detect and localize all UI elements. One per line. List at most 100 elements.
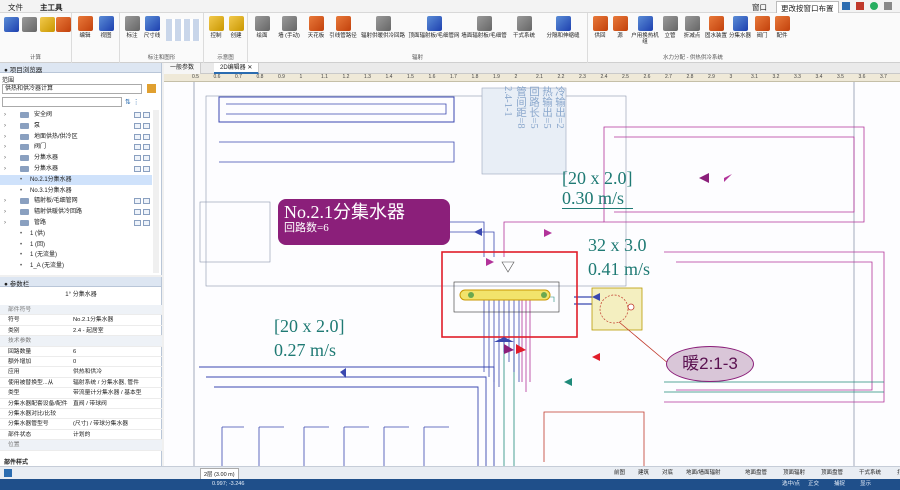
eye-icon[interactable] [134, 133, 141, 140]
edit-icon[interactable] [143, 133, 150, 140]
eye-icon[interactable] [134, 112, 141, 118]
edit-icon[interactable] [143, 112, 150, 118]
layer-toggle[interactable]: 顶面盘管 [819, 468, 845, 476]
chevron-right-icon[interactable]: › [4, 121, 6, 131]
label-tool[interactable]: 标注 [122, 16, 142, 39]
param-row[interactable]: 额外增加 0 [0, 357, 162, 368]
manifold-tool[interactable]: 分集水器 [728, 16, 752, 39]
list-icon[interactable] [22, 17, 37, 32]
param-row[interactable]: 符号 No.2.1分集水器 [0, 315, 162, 326]
report-icon[interactable] [40, 17, 55, 32]
dimension-tool[interactable]: 尺寸线 [142, 16, 162, 39]
tree-item[interactable]: › 管路 [0, 218, 152, 228]
help-icon[interactable] [856, 2, 864, 10]
eye-icon[interactable] [134, 144, 141, 151]
eye-icon[interactable] [134, 122, 141, 129]
calc-icon[interactable] [4, 17, 19, 32]
radiant-circuit-tool[interactable]: 辐射供暖供冷回路 [358, 16, 408, 39]
layer-toggle[interactable]: 建筑 [636, 468, 651, 476]
param-category[interactable]: 技术参数 [0, 336, 162, 347]
edit-icon[interactable] [143, 122, 150, 129]
param-value[interactable]: 2.4 - 起居室 [73, 326, 149, 336]
chevron-right-icon[interactable]: › [4, 218, 6, 228]
tree-scrollbar[interactable] [153, 110, 159, 273]
snap-toggle[interactable]: 捕捉 [832, 479, 847, 490]
tree-item[interactable]: › 辐射供暖供冷回路 [0, 207, 152, 217]
bullet-icon[interactable]: • [20, 186, 22, 196]
tree-item[interactable]: › 辐射板/毛细管网 [0, 196, 152, 206]
browser-search-input[interactable] [2, 97, 122, 107]
eye-icon[interactable] [134, 220, 141, 226]
param-row[interactable]: 回路数量 6 [0, 347, 162, 357]
tree-item[interactable]: › 分集水器 [0, 153, 152, 163]
edit-icon[interactable] [143, 144, 150, 151]
drawing-canvas[interactable]: No.2.1分集水器 回路数=6 冷输出=2 热输出=5 回路长=5 管间距=8… [164, 82, 900, 466]
param-row[interactable]: 部件状态 计划的 [0, 430, 162, 441]
bullet-icon[interactable]: • [20, 229, 22, 239]
chevron-right-icon[interactable]: › [4, 164, 6, 174]
sort-arrows-icon[interactable]: ⇅ ⋮ [125, 98, 140, 106]
joint-tool[interactable]: 分隔和伸缩缝 [540, 16, 586, 39]
param-value[interactable]: 直阀 / 带球阀 [73, 399, 149, 409]
scope-select[interactable]: 供热和供冷器计算 [2, 84, 142, 94]
param-row[interactable]: 类别 2.4 - 起居室 [0, 326, 162, 337]
supply-return-tool[interactable]: 供回 [590, 16, 610, 39]
edit-icon[interactable] [143, 166, 150, 172]
create-tool[interactable]: 创建 [226, 16, 246, 39]
fitting-tool[interactable]: 配件 [772, 16, 792, 39]
tree-item[interactable]: › 安全阀 [0, 110, 152, 120]
close-icon[interactable] [884, 2, 892, 10]
tree-item[interactable]: • 1 (回) [0, 240, 152, 250]
tree-item[interactable]: › 地面供热/供冷区 [0, 132, 152, 142]
bullet-icon[interactable]: • [20, 250, 22, 260]
layer-toggle[interactable]: 顶面辐射 [781, 468, 807, 476]
pipe-label-1[interactable]: [20 x 2.0] 0.30 m/s [562, 168, 633, 209]
param-row[interactable]: 分集水器配套设备/配件 直阀 / 带球阀 [0, 399, 162, 409]
lead-path-tool[interactable]: 引线管路径 [328, 16, 358, 39]
riser-tool[interactable]: 立管 [660, 16, 680, 39]
param-value[interactable]: 计划的 [73, 430, 149, 440]
window-icon[interactable] [842, 2, 850, 10]
edit-icon[interactable] [143, 155, 150, 162]
snap-toggle[interactable]: 选中/点 [780, 479, 802, 490]
edit-icon[interactable] [143, 220, 150, 226]
tree-item[interactable]: • 1_A (无流量) [0, 261, 152, 271]
eye-icon[interactable] [134, 209, 141, 216]
ceiling-tool[interactable]: 天花板 [304, 16, 328, 39]
ceiling-panel-tool[interactable]: 顶面辐射板/毛细管网 [408, 16, 460, 39]
eye-icon[interactable] [134, 155, 141, 162]
edit-icon[interactable] [143, 209, 150, 216]
manifold-callout[interactable]: No.2.1分集水器 回路数=6 [278, 199, 450, 245]
layer-toggle[interactable]: 打印 [895, 468, 900, 476]
param-row[interactable]: 使用被替换型...从 辐射系统 / 分集水器, 管件 [0, 378, 162, 389]
eye-icon[interactable] [134, 198, 141, 205]
param-value[interactable]: 0 [73, 357, 149, 367]
params-type-name[interactable]: 1° 分集水器 [0, 289, 162, 302]
fixed-water-tool[interactable]: 固水装置 [704, 16, 728, 39]
heat-unit-tool[interactable]: 户用换热机组 [630, 16, 660, 45]
param-category[interactable]: 部件符号 [0, 305, 162, 316]
layers-icon[interactable] [4, 469, 12, 477]
tree-item[interactable]: • 1 (供) [0, 229, 152, 239]
edit-icon[interactable] [143, 198, 150, 205]
layer-toggle[interactable]: 对底 [660, 468, 675, 476]
view-tool[interactable]: 视图 [96, 16, 116, 39]
pencil-icon[interactable] [147, 84, 156, 93]
param-row[interactable]: 类型 带流量计分集水器 / 基本型 [0, 388, 162, 399]
param-row[interactable]: 分集水器管型号 (尺寸) / 带球分集水器 [0, 419, 162, 430]
param-value[interactable]: 6 [73, 347, 149, 357]
tree-item[interactable]: › 阀门 [0, 142, 152, 152]
layer-toggle[interactable]: 前图 [612, 468, 627, 476]
param-value[interactable]: 辐射系统 / 分集水器, 管件 [73, 378, 149, 388]
snap-toggle[interactable]: 正交 [806, 479, 821, 490]
layer-toggle[interactable]: 地面/墙面辐射 [684, 468, 723, 476]
circuit-bubble[interactable]: 暖2:1-3 [666, 346, 754, 382]
param-value[interactable]: No.2.1分集水器 [73, 315, 149, 325]
control-tool[interactable]: 控制 [206, 16, 226, 39]
wall-panel-tool[interactable]: 墙面辐射板/毛细管 [460, 16, 508, 39]
tree-item[interactable]: › 分集水器 [0, 164, 152, 174]
floor-tool[interactable]: 绘面 [250, 16, 274, 39]
dry-system-tool[interactable]: 干式系统 [508, 16, 540, 39]
bullet-icon[interactable]: • [20, 261, 22, 271]
tab-general-params[interactable]: 一般参数 [164, 63, 202, 74]
